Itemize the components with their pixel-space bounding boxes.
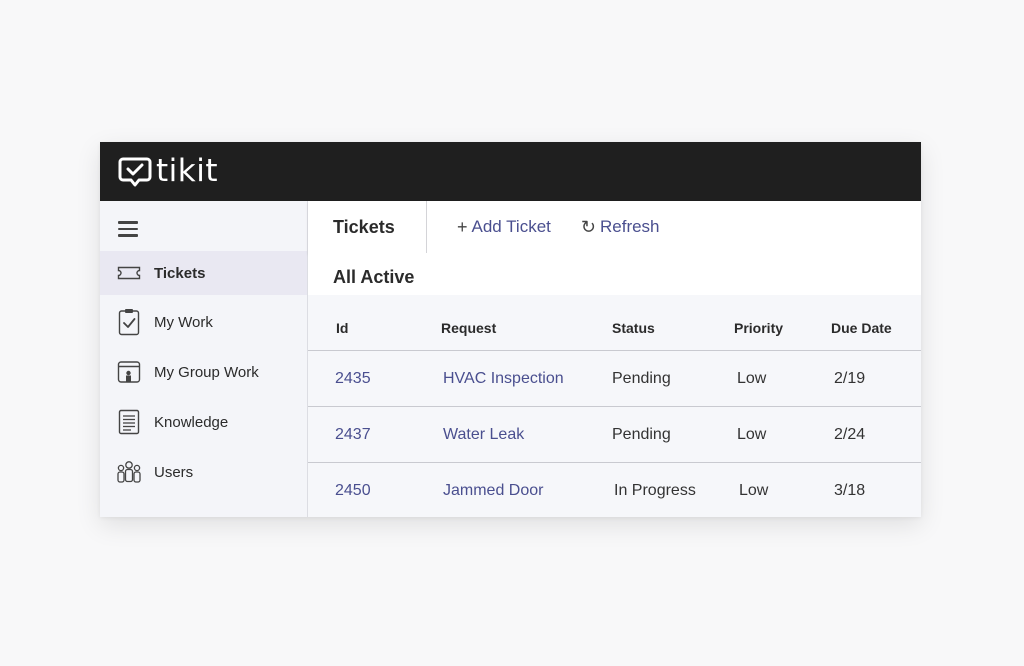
- ticket-id-link[interactable]: 2435: [335, 351, 371, 406]
- logo-check-icon: [118, 157, 152, 186]
- ticket-priority: Low: [739, 482, 769, 499]
- table-row[interactable]: 2450 Jammed Door In Progress Low 3/18: [308, 463, 921, 517]
- add-ticket-label: Add Ticket: [471, 217, 551, 236]
- ticket-request-link[interactable]: Water Leak: [443, 407, 524, 462]
- ticket-priority: Low: [737, 370, 767, 387]
- ticket-icon: [116, 260, 142, 286]
- ticket-due-date: 2/19: [834, 370, 866, 387]
- clipboard-check-icon: [116, 309, 142, 336]
- column-header-priority[interactable]: Priority: [734, 295, 783, 350]
- sidebar-item-tickets[interactable]: Tickets: [100, 251, 307, 295]
- page-title: Tickets: [308, 201, 427, 253]
- sidebar-item-my-group-work[interactable]: My Group Work: [100, 350, 307, 394]
- group-work-icon: [116, 359, 142, 385]
- top-bar: tikit: [100, 142, 921, 201]
- table-header: Id Request Status Priority Due Date: [308, 295, 921, 351]
- document-icon: [116, 409, 142, 435]
- ticket-due-date: 2/24: [834, 426, 866, 443]
- sidebar: Tickets My Work My Group Work Knowledge: [100, 201, 308, 517]
- ticket-status: Pending: [612, 370, 671, 387]
- toolbar: Tickets + Add Ticket ↻ Refresh: [308, 201, 921, 253]
- sidebar-item-label: Users: [154, 463, 194, 481]
- ticket-status: Pending: [612, 426, 671, 443]
- tickets-table: Id Request Status Priority Due Date 2435…: [308, 295, 921, 517]
- sidebar-item-label: Knowledge: [154, 413, 229, 431]
- column-header-request[interactable]: Request: [441, 295, 496, 350]
- ticket-id-link[interactable]: 2437: [335, 407, 371, 462]
- ticket-request-link[interactable]: HVAC Inspection: [443, 351, 564, 406]
- sidebar-item-label: My Group Work: [154, 363, 259, 381]
- app-logo[interactable]: tikit: [118, 156, 218, 188]
- ticket-request-link[interactable]: Jammed Door: [443, 463, 543, 517]
- main-panel: Tickets + Add Ticket ↻ Refresh All Activ…: [308, 201, 921, 517]
- refresh-icon: ↻: [580, 216, 596, 237]
- app-window: tikit Tickets My Work My Group Work Know…: [100, 142, 921, 517]
- column-header-id[interactable]: Id: [336, 295, 348, 350]
- sidebar-item-users[interactable]: Users: [100, 450, 307, 494]
- plus-icon: +: [457, 216, 468, 237]
- sidebar-item-knowledge[interactable]: Knowledge: [100, 400, 307, 444]
- ticket-status: In Progress: [614, 482, 696, 499]
- sidebar-item-label: My Work: [154, 313, 213, 331]
- list-title: All Active: [308, 253, 921, 295]
- refresh-button[interactable]: ↻ Refresh: [581, 217, 660, 238]
- sidebar-item-label: Tickets: [154, 264, 206, 282]
- column-header-due-date[interactable]: Due Date: [831, 295, 892, 350]
- ticket-due-date: 3/18: [834, 482, 866, 499]
- add-ticket-button[interactable]: + Add Ticket: [457, 217, 551, 238]
- ticket-priority: Low: [737, 426, 767, 443]
- ticket-id-link[interactable]: 2450: [335, 463, 371, 517]
- refresh-label: Refresh: [599, 217, 660, 236]
- users-icon: [116, 459, 142, 485]
- hamburger-menu-icon[interactable]: [118, 221, 138, 237]
- table-row[interactable]: 2435 HVAC Inspection Pending Low 2/19: [308, 351, 921, 407]
- sidebar-item-my-work[interactable]: My Work: [100, 300, 307, 344]
- app-name: tikit: [156, 153, 218, 189]
- column-header-status[interactable]: Status: [612, 295, 655, 350]
- table-row[interactable]: 2437 Water Leak Pending Low 2/24: [308, 407, 921, 463]
